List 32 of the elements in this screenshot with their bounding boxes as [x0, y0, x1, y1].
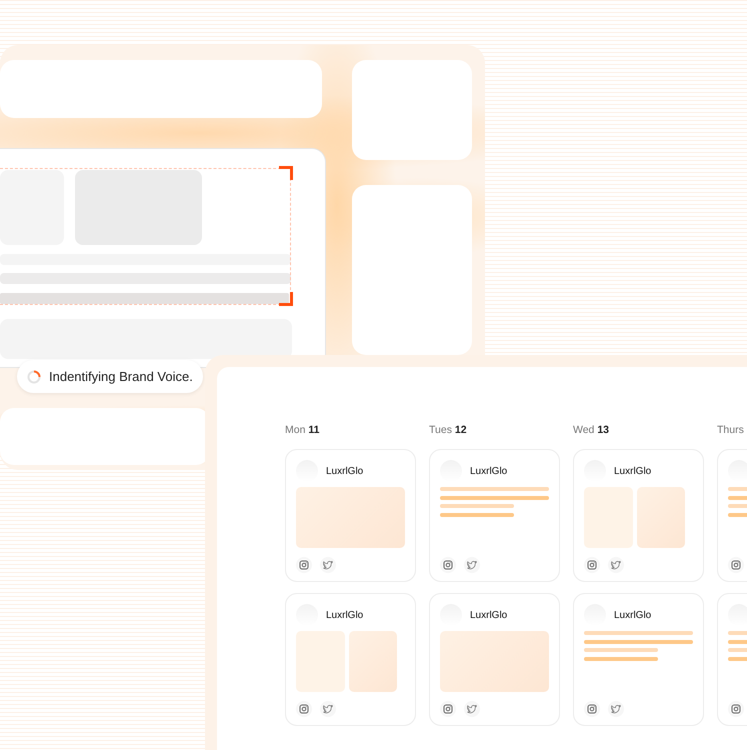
bird-icon — [611, 560, 621, 570]
camera-icon — [299, 704, 309, 714]
selection-corner — [279, 292, 293, 306]
selection-corner — [279, 166, 293, 180]
camera-icon — [587, 704, 597, 714]
account-name: LuxrlGlo — [326, 464, 364, 478]
bird-icon — [611, 704, 621, 714]
status-text: Indentifying Brand Voice. — [49, 368, 193, 386]
account-name: LuxrlGlo — [614, 608, 652, 622]
image-placeholder — [636, 487, 685, 548]
image-placeholder — [584, 487, 632, 548]
spinner-icon — [27, 370, 41, 384]
camera-icon — [731, 560, 741, 570]
bird-icon — [323, 704, 333, 714]
image-placeholder — [296, 631, 344, 692]
camera-icon — [731, 704, 741, 714]
day-header: Thurs — [717, 423, 745, 438]
camera-icon — [299, 560, 309, 570]
day-header: Tues 12 — [429, 423, 468, 438]
bird-icon — [467, 560, 477, 570]
account-name: LuxrlGlo — [614, 464, 652, 478]
day-header: Mon 11 — [285, 423, 320, 438]
camera-icon — [443, 560, 453, 570]
account-name: LuxrlGlo — [326, 608, 364, 622]
camera-icon — [587, 560, 597, 570]
camera-icon — [443, 704, 453, 714]
account-name: LuxrlGlo — [470, 608, 508, 622]
account-name: LuxrlGlo — [470, 464, 508, 478]
bird-icon — [467, 704, 477, 714]
day-header: Wed 13 — [573, 423, 610, 438]
bird-icon — [323, 560, 333, 570]
image-placeholder — [348, 631, 397, 692]
